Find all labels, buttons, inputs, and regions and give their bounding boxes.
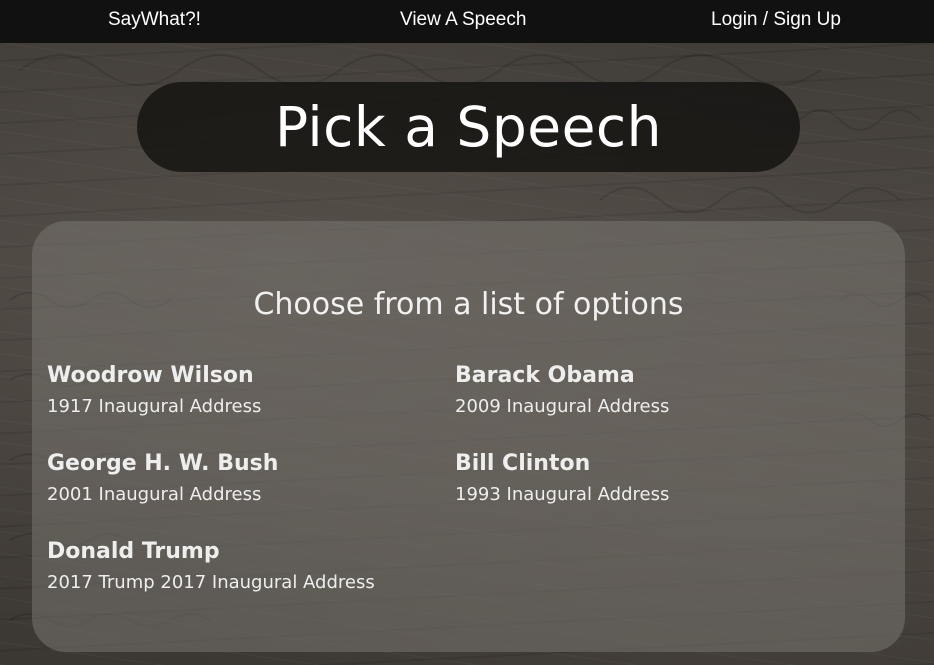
speech-option-description: 2001 Inaugural Address (47, 484, 262, 505)
speech-option-george-hw-bush[interactable]: George H. W. Bush 2001 Inaugural Address (47, 449, 447, 507)
speech-option-barack-obama[interactable]: Barack Obama 2009 Inaugural Address (455, 361, 855, 419)
speech-option-description: 1993 Inaugural Address (455, 484, 670, 505)
nav-brand-link[interactable]: SayWhat?! (108, 8, 201, 32)
speech-option-name[interactable]: Barack Obama (455, 361, 855, 391)
speech-options-panel: Choose from a list of options Woodrow Wi… (32, 221, 905, 652)
panel-heading: Choose from a list of options (253, 287, 684, 322)
page-title: Pick a Speech (274, 94, 663, 159)
speech-option-name[interactable]: Woodrow Wilson (47, 361, 447, 391)
speech-option-donald-trump[interactable]: Donald Trump 2017 Trump 2017 Inaugural A… (47, 537, 447, 595)
page-title-banner: Pick a Speech (137, 82, 800, 172)
speech-option-name[interactable]: Bill Clinton (455, 449, 855, 479)
nav-login-signup-link[interactable]: Login / Sign Up (711, 8, 841, 32)
speech-option-bill-clinton[interactable]: Bill Clinton 1993 Inaugural Address (455, 449, 855, 507)
speech-option-woodrow-wilson[interactable]: Woodrow Wilson 1917 Inaugural Address (47, 361, 447, 419)
top-navigation-bar: SayWhat?! View A Speech Login / Sign Up (0, 0, 934, 43)
speech-option-name[interactable]: Donald Trump (47, 537, 447, 567)
speech-option-name[interactable]: George H. W. Bush (47, 449, 447, 479)
speech-option-description: 2017 Trump 2017 Inaugural Address (47, 572, 375, 593)
speech-option-description: 2009 Inaugural Address (455, 396, 670, 417)
nav-view-speech-link[interactable]: View A Speech (400, 8, 526, 32)
speech-option-description: 1917 Inaugural Address (47, 396, 262, 417)
